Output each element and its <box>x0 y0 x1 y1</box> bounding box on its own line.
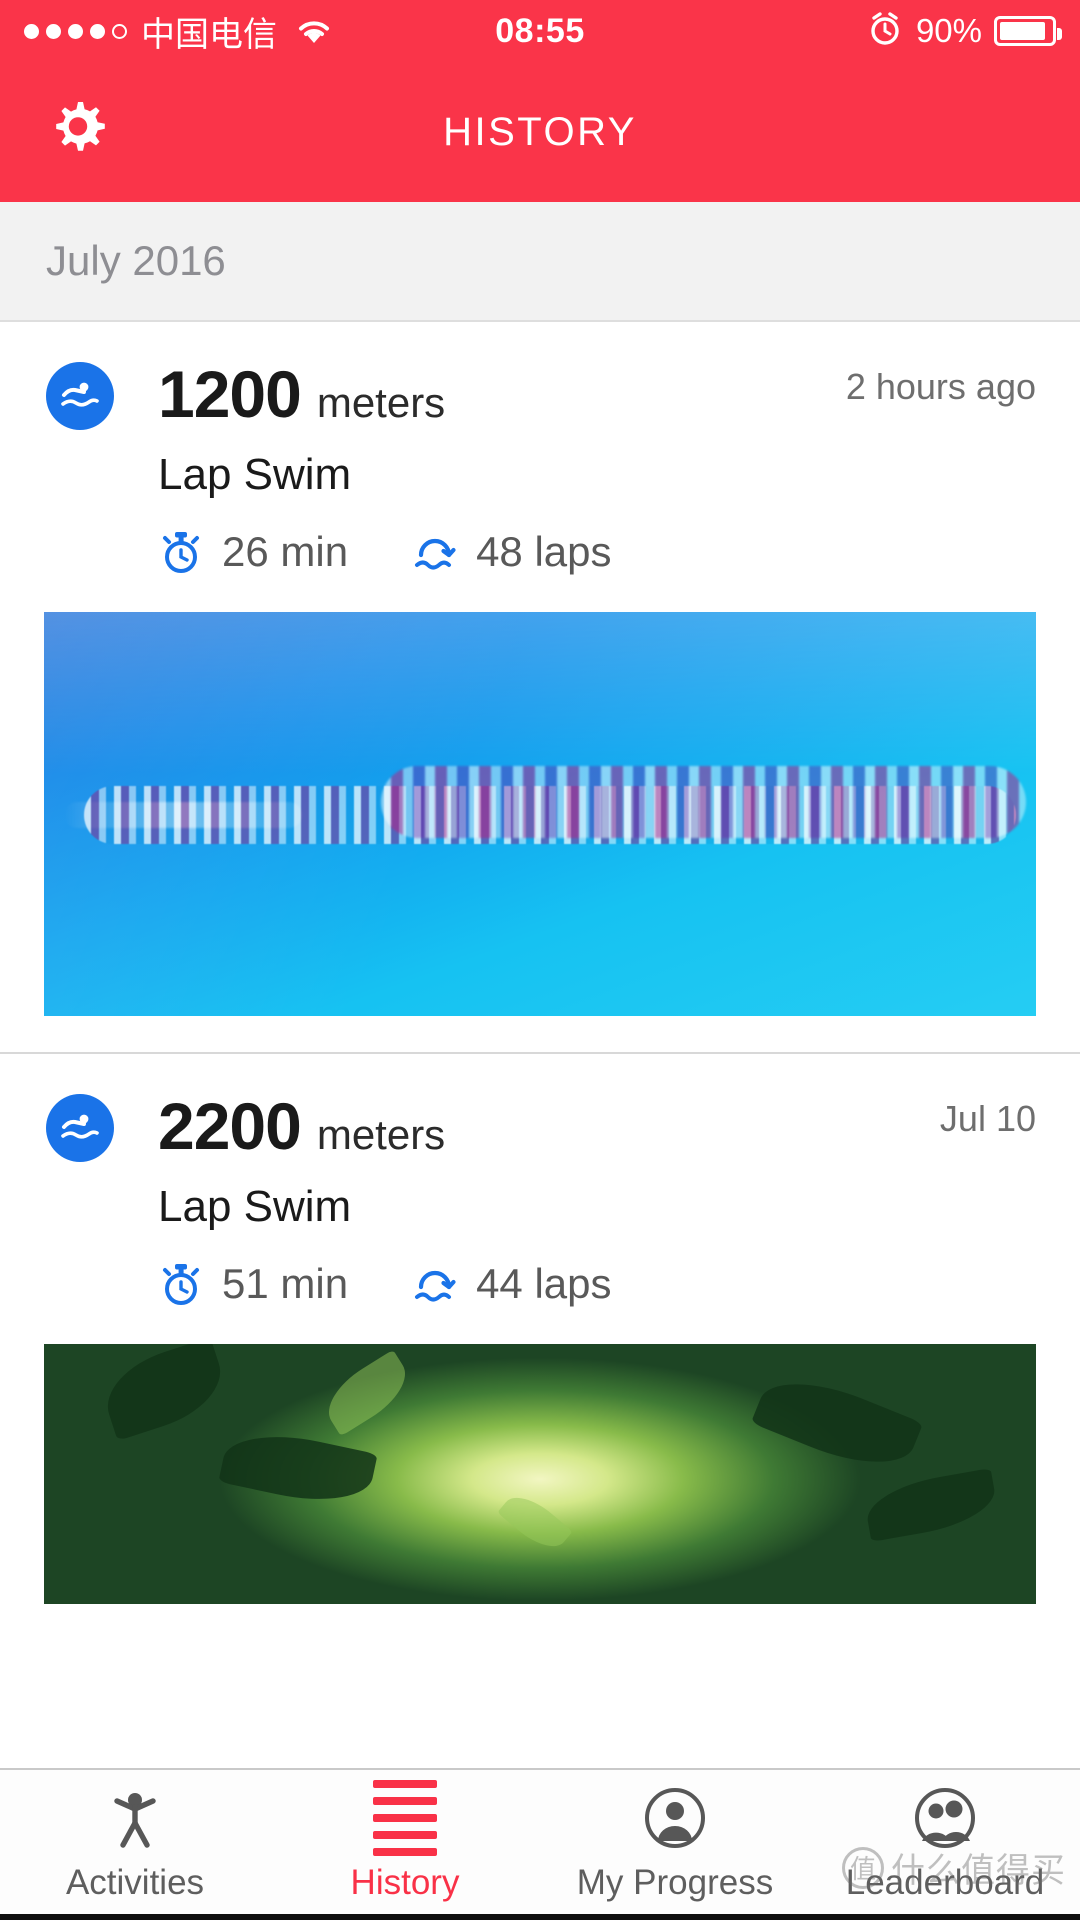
settings-button[interactable] <box>42 96 114 168</box>
tab-my-progress[interactable]: My Progress <box>540 1770 810 1920</box>
activity-type: Lap Swim <box>158 1182 352 1231</box>
history-line <box>373 1814 437 1822</box>
tab-label-leaderboard: Leaderboard <box>845 1863 1045 1902</box>
swimmer-icon <box>46 362 114 430</box>
signal-dot <box>90 23 105 39</box>
my-progress-person-icon <box>644 1787 706 1849</box>
foliage-shape <box>862 1468 1000 1543</box>
laps-text: 48 laps <box>476 528 612 575</box>
alarm-icon <box>866 10 904 53</box>
signal-dot <box>46 23 61 39</box>
duration-stat: 51 min <box>158 1260 348 1308</box>
activity-timestamp: 2 hours ago <box>845 366 1036 407</box>
foliage-shape <box>95 1344 232 1442</box>
stopwatch-icon <box>158 529 204 575</box>
screen-bottom-edge <box>0 1914 1080 1920</box>
duration-stat: 26 min <box>158 528 348 576</box>
battery-percentage: 90% <box>915 12 982 49</box>
activity-card[interactable]: 1200 meters Lap Swim 26 min 48 laps 2 ho… <box>0 322 1080 1016</box>
pool-surface-glow <box>44 612 1036 774</box>
signal-strength-dots <box>24 23 127 39</box>
history-line <box>373 1797 437 1805</box>
battery-icon <box>994 16 1062 46</box>
activity-card-header: 2200 meters Lap Swim 51 min 44 laps Jul … <box>0 1088 1080 1308</box>
laps-stat: 44 laps <box>412 1260 612 1308</box>
laps-text: 44 laps <box>476 1260 612 1307</box>
activity-stats: 26 min 48 laps <box>158 528 1036 576</box>
activity-card-header: 1200 meters Lap Swim 26 min 48 laps 2 ho… <box>0 356 1080 576</box>
activity-feed: 1200 meters Lap Swim 26 min 48 laps 2 ho… <box>0 322 1080 1604</box>
activity-photo-pool[interactable] <box>44 612 1036 1016</box>
activities-person-icon <box>107 1787 163 1849</box>
page-title: HISTORY <box>443 109 637 154</box>
history-line <box>373 1780 437 1788</box>
swimmer-icon <box>46 1094 114 1162</box>
distance-unit: meters <box>316 379 446 426</box>
carrier-name: 中国电信 <box>141 15 277 54</box>
distance-line: 2200 meters <box>158 1088 1036 1164</box>
month-section-header: July 2016 <box>0 202 1080 322</box>
activity-timestamp: Jul 10 <box>939 1098 1036 1139</box>
tab-label-my-progress: My Progress <box>576 1863 774 1902</box>
distance-unit: meters <box>316 1111 446 1158</box>
leaderboard-people-icon <box>914 1787 976 1849</box>
distance-value: 1200 <box>158 357 302 431</box>
signal-dot <box>68 23 83 39</box>
status-bar-right: 90% <box>866 10 1062 53</box>
bottom-tab-bar: Activities History My Progress Leaderboa… <box>0 1768 1080 1920</box>
distance-value: 2200 <box>158 1089 302 1163</box>
activity-details: 2200 meters Lap Swim 51 min 44 laps <box>158 1088 1036 1308</box>
foliage-shape <box>217 1422 378 1513</box>
tab-history[interactable]: History <box>270 1770 540 1920</box>
foliage-shape <box>750 1363 924 1483</box>
tab-label-history: History <box>350 1863 460 1902</box>
pool-lane-rope-secondary <box>381 765 1027 838</box>
laps-icon <box>412 529 458 575</box>
activity-type: Lap Swim <box>158 450 352 499</box>
signal-dot <box>24 23 39 39</box>
foliage-shape <box>497 1486 574 1558</box>
history-lines-icon <box>373 1780 437 1856</box>
duration-text: 26 min <box>222 528 349 575</box>
stopwatch-icon <box>158 1261 204 1307</box>
month-label: July 2016 <box>46 237 226 284</box>
tab-activities[interactable]: Activities <box>0 1770 270 1920</box>
wifi-icon <box>295 16 333 46</box>
history-line <box>373 1848 437 1856</box>
tab-leaderboard[interactable]: Leaderboard <box>810 1770 1080 1920</box>
tab-label-activities: Activities <box>65 1863 205 1902</box>
activity-photo-forest[interactable] <box>44 1344 1036 1604</box>
gear-icon <box>46 98 110 167</box>
laps-stat: 48 laps <box>412 528 612 576</box>
status-bar: 中国电信 08:55 90% <box>0 0 1080 62</box>
status-bar-left: 中国电信 <box>24 7 333 56</box>
duration-text: 51 min <box>222 1260 349 1307</box>
signal-dot-empty <box>112 23 127 39</box>
activity-card[interactable]: 2200 meters Lap Swim 51 min 44 laps Jul … <box>0 1052 1080 1604</box>
app-header: HISTORY <box>0 62 1080 202</box>
history-line <box>373 1831 437 1839</box>
battery-fill <box>1000 22 1045 40</box>
laps-icon <box>412 1261 458 1307</box>
foliage-shape <box>316 1349 418 1437</box>
activity-stats: 51 min 44 laps <box>158 1260 1036 1308</box>
